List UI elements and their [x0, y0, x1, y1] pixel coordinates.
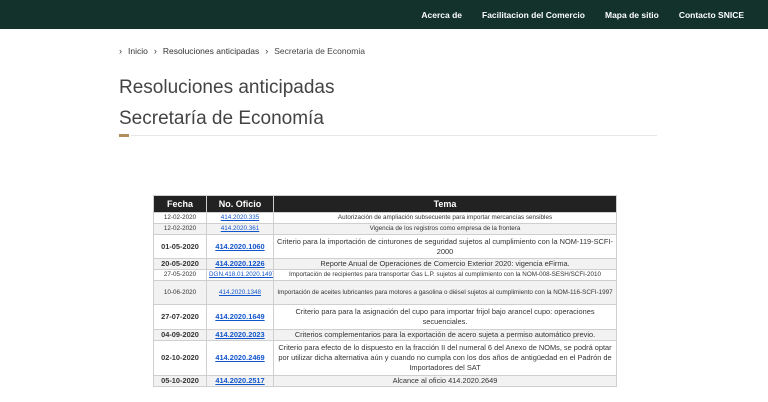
cell-tema: Vigencia de los registros como empresa d… [273, 223, 617, 235]
table-row: 04-09-2020 414.2020.2023 Criterios complem… [153, 329, 617, 341]
table-row: 02-10-2020 414.2020.2469 Criterio para efe… [153, 340, 617, 376]
cell-oficio: 414.2020.1348 [206, 280, 274, 305]
cell-oficio: 414.2020.1226 [206, 258, 274, 270]
page-title: Resoluciones anticipadas [119, 77, 335, 98]
table-row: 12-02-2020 414.2020.361 Vigencia de los re… [153, 223, 617, 235]
top-navigation-bar: Acerca de Facilitacion del Comercio Mapa… [0, 0, 768, 29]
table-row: 01-05-2020 414.2020.1060 Criterio para la … [153, 234, 617, 259]
cell-tema: Reporte Anual de Operaciones de Comercio… [273, 258, 617, 270]
oficio-link[interactable]: 414.2020.2023 [215, 331, 264, 340]
oficio-link[interactable]: 414.2020.2517 [215, 377, 264, 386]
cell-tema: Alcance al oficio 414.2020.2649 [273, 375, 617, 387]
nav-link-acerca-de[interactable]: Acerca de [413, 10, 470, 20]
title-accent-bar [119, 134, 129, 137]
column-header-tema[interactable]: Tema [273, 195, 617, 213]
table-row: 27-05-2020 DGN.418.01.2020.1497 Importació… [153, 269, 617, 281]
oficio-link[interactable]: DGN.418.01.2020.1497 [209, 271, 273, 278]
table-row: 05-10-2020 414.2020.2517 Alcance al oficio… [153, 375, 617, 387]
cell-tema: Criterio para efecto de lo dispuesto en … [273, 340, 617, 376]
cell-oficio: 414.2020.335 [206, 212, 274, 224]
oficio-link[interactable]: 414.2020.1649 [215, 312, 264, 321]
cell-oficio: 414.2020.361 [206, 223, 274, 235]
oficio-link[interactable]: 414.2020.2469 [215, 353, 264, 362]
cell-fecha: 04-09-2020 [153, 329, 207, 341]
oficio-link[interactable]: 414.2020.335 [221, 214, 260, 221]
breadcrumb-item-resoluciones[interactable]: Resoluciones anticipadas [163, 46, 259, 56]
chevron-right-icon: › [265, 46, 269, 56]
oficio-link[interactable]: 414.2020.1348 [219, 289, 261, 296]
resoluciones-table: Fecha No. Oficio Tema 12-02-2020 414.2020… [153, 195, 617, 387]
oficio-link[interactable]: 414.2020.1060 [215, 242, 264, 251]
breadcrumb-current: Secretaria de Economia [274, 46, 365, 56]
chevron-right-icon: › [153, 46, 157, 56]
column-header-oficio[interactable]: No. Oficio [206, 195, 274, 213]
title-divider [131, 135, 657, 136]
cell-tema: Autorización de ampliación subsecuente p… [273, 212, 617, 224]
table-row: 20-05-2020 414.2020.1226 Reporte Anual de … [153, 258, 617, 270]
cell-tema: Criterio para la importación de cinturon… [273, 234, 617, 259]
table-body: 12-02-2020 414.2020.335 Autorización de am… [153, 212, 617, 387]
cell-fecha: 10-06-2020 [153, 280, 207, 305]
cell-fecha: 02-10-2020 [153, 340, 207, 376]
cell-fecha: 27-05-2020 [153, 269, 207, 281]
cell-fecha: 01-05-2020 [153, 234, 207, 259]
cell-oficio: 414.2020.2469 [206, 340, 274, 376]
cell-oficio: 414.2020.2517 [206, 375, 274, 387]
cell-oficio: 414.2020.1649 [206, 304, 274, 330]
cell-fecha: 12-02-2020 [153, 212, 207, 224]
page-subtitle: Secretaría de Economía [119, 108, 324, 129]
breadcrumb-item-inicio[interactable]: Inicio [128, 46, 148, 56]
table-header-row: Fecha No. Oficio Tema [153, 195, 617, 213]
nav-link-contacto-snice[interactable]: Contacto SNICE [671, 10, 752, 20]
oficio-link[interactable]: 414.2020.361 [221, 225, 260, 232]
cell-oficio: 414.2020.1060 [206, 234, 274, 259]
nav-link-mapa-de-sitio[interactable]: Mapa de sitio [597, 10, 667, 20]
cell-tema: Importación de aceites lubricantes para … [273, 280, 617, 305]
cell-fecha: 12-02-2020 [153, 223, 207, 235]
breadcrumb: › Inicio › Resoluciones anticipadas › Se… [119, 46, 365, 56]
cell-tema: Criterios complementarios para la export… [273, 329, 617, 341]
cell-oficio: 414.2020.2023 [206, 329, 274, 341]
cell-oficio: DGN.418.01.2020.1497 [206, 269, 274, 281]
nav-link-facilitacion[interactable]: Facilitacion del Comercio [474, 10, 593, 20]
cell-fecha: 20-05-2020 [153, 258, 207, 270]
table-row: 27-07-2020 414.2020.1649 Criterio para par… [153, 304, 617, 330]
top-nav-links: Acerca de Facilitacion del Comercio Mapa… [413, 0, 768, 29]
table-row: 12-02-2020 414.2020.335 Autorización de am… [153, 212, 617, 224]
chevron-right-icon: › [119, 46, 122, 56]
oficio-link[interactable]: 414.2020.1226 [215, 260, 264, 269]
cell-tema: Importación de recipientes para transpor… [273, 269, 617, 281]
cell-fecha: 05-10-2020 [153, 375, 207, 387]
table-row: 10-06-2020 414.2020.1348 Importación de ac… [153, 280, 617, 305]
cell-fecha: 27-07-2020 [153, 304, 207, 330]
column-header-fecha[interactable]: Fecha [153, 195, 207, 213]
cell-tema: Criterio para para la asignación del cup… [273, 304, 617, 330]
